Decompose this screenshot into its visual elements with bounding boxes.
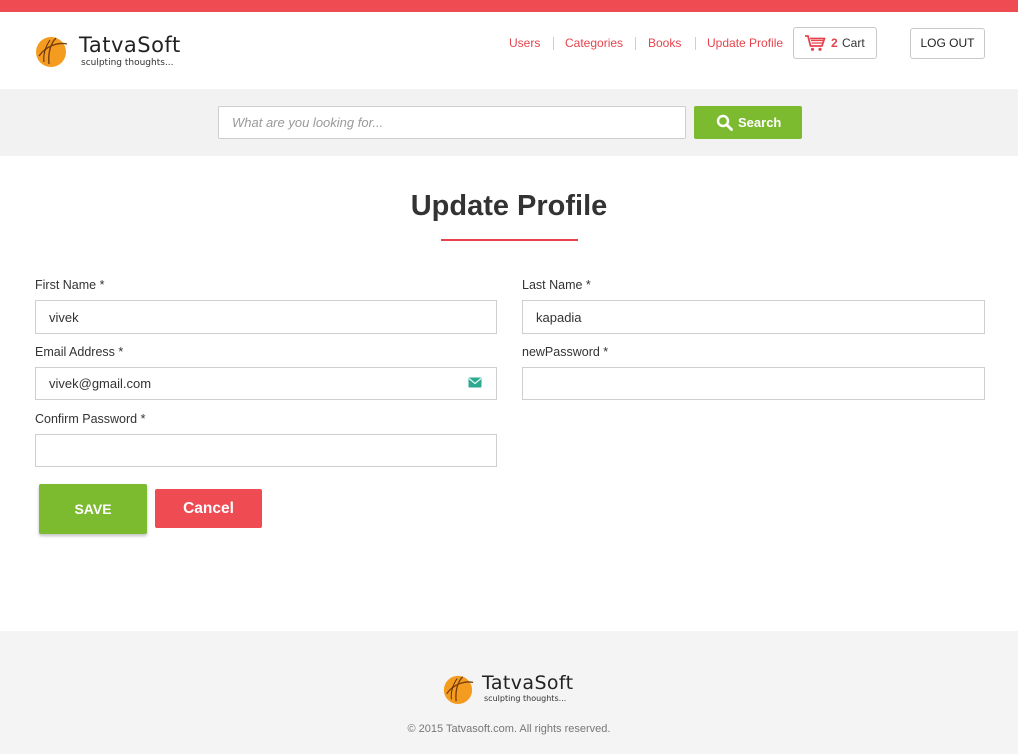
first-name-label: First Name *: [35, 278, 105, 292]
nav-separator: [553, 37, 554, 50]
first-name-field[interactable]: [35, 300, 497, 334]
new-password-field[interactable]: [522, 367, 985, 400]
cart-label: Cart: [842, 36, 865, 50]
nav-separator: [695, 37, 696, 50]
last-name-field[interactable]: [522, 300, 985, 334]
search-input[interactable]: [218, 106, 686, 139]
save-button[interactable]: SAVE: [39, 484, 147, 534]
email-field[interactable]: [35, 367, 497, 400]
logout-button[interactable]: LOG OUT: [910, 28, 985, 59]
brand-logo[interactable]: TatvaSoft sculpting thoughts...: [34, 32, 194, 72]
cart-button[interactable]: 2 Cart: [793, 27, 877, 59]
top-accent-bar: [0, 0, 1018, 12]
globe-logo-icon: [36, 37, 68, 67]
search-button-label: Search: [738, 115, 782, 130]
search-button[interactable]: Search: [694, 106, 802, 139]
title-underline: [441, 239, 578, 241]
search-bar: Search: [0, 89, 1018, 156]
cart-count: 2: [831, 36, 838, 50]
new-password-label: newPassword *: [522, 345, 609, 359]
site-header: TatvaSoft sculpting thoughts... Users Ca…: [0, 12, 1018, 89]
nav-link-update-profile[interactable]: Update Profile: [707, 36, 783, 50]
nav-link-categories[interactable]: Categories: [565, 36, 623, 50]
nav-link-users[interactable]: Users: [509, 36, 540, 50]
nav-link-books[interactable]: Books: [648, 36, 681, 50]
email-label: Email Address *: [35, 345, 124, 359]
confirm-password-label: Confirm Password *: [35, 412, 146, 426]
mail-icon: [468, 377, 482, 388]
nav-separator: [635, 37, 636, 50]
globe-logo-icon: [443, 675, 474, 705]
site-footer: TatvaSoft sculpting thoughts... © 2015 T…: [0, 631, 1018, 754]
confirm-password-field[interactable]: [35, 434, 497, 467]
last-name-label: Last Name *: [522, 278, 591, 292]
brand-name: TatvaSoft: [79, 33, 181, 57]
footer-brand-name: TatvaSoft: [482, 672, 574, 694]
search-icon: [716, 114, 733, 131]
page-title: Update Profile: [410, 190, 608, 222]
brand-tagline: sculpting thoughts...: [81, 58, 174, 68]
copyright-text: © 2015 Tatvasoft.com. All rights reserve…: [407, 723, 611, 735]
cancel-button[interactable]: Cancel: [155, 489, 262, 528]
footer-brand-tagline: sculpting thoughts...: [484, 694, 567, 703]
footer-brand-logo[interactable]: TatvaSoft sculpting thoughts...: [442, 672, 592, 708]
cart-icon: [805, 35, 826, 51]
